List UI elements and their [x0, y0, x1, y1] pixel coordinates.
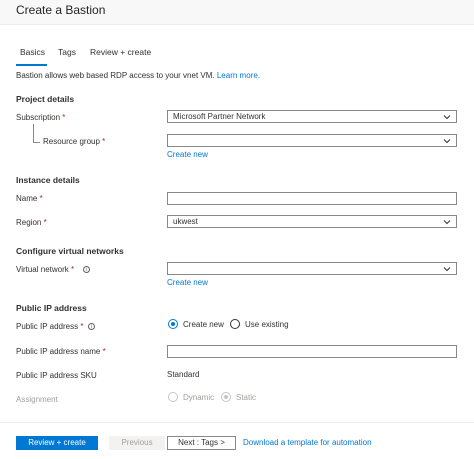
- tab-basics[interactable]: Basics: [20, 47, 45, 57]
- resource-group-label: Resource group *: [43, 137, 105, 146]
- public-ip-label: Public IP address *: [16, 322, 83, 331]
- name-label: Name *: [16, 194, 43, 203]
- virtual-network-dropdown[interactable]: [167, 262, 457, 275]
- create-new-resource-group-link[interactable]: Create new: [167, 150, 208, 159]
- region-label: Region *: [16, 218, 47, 227]
- radio-static[interactable]: [221, 392, 231, 402]
- public-ip-name-label-text: Public IP address name: [16, 347, 101, 356]
- radio-create-new-label[interactable]: Create new: [183, 320, 224, 329]
- name-label-text: Name: [16, 194, 38, 203]
- assignment-label: Assignment: [16, 395, 58, 404]
- required-marker: *: [102, 347, 106, 356]
- region-label-text: Region: [16, 218, 42, 227]
- required-marker: *: [62, 113, 66, 122]
- required-marker: *: [80, 322, 84, 331]
- radio-dynamic[interactable]: [168, 392, 178, 402]
- required-marker: *: [39, 194, 43, 203]
- public-ip-sku-label: Public IP address SKU: [16, 371, 97, 380]
- page-title: Create a Bastion: [16, 3, 106, 17]
- subscription-dropdown[interactable]: Microsoft Partner Network: [167, 110, 457, 123]
- virtual-network-label-text: Virtual network: [16, 265, 69, 274]
- required-marker: *: [43, 218, 47, 227]
- public-ip-sku-value: Standard: [167, 370, 200, 379]
- radio-dynamic-label[interactable]: Dynamic: [183, 393, 214, 402]
- chevron-down-icon: [443, 115, 451, 120]
- download-template-link[interactable]: Download a template for automation: [243, 438, 372, 447]
- section-public-ip-address: Public IP address: [16, 303, 87, 313]
- subscription-label: Subscription *: [16, 113, 65, 122]
- tab-review-create[interactable]: Review + create: [90, 47, 151, 57]
- tab-tags[interactable]: Tags: [58, 47, 76, 57]
- region-value: ukwest: [173, 217, 198, 226]
- section-instance-details: Instance details: [16, 175, 80, 185]
- learn-more-link[interactable]: Learn more.: [217, 71, 260, 80]
- info-icon[interactable]: i: [88, 323, 95, 330]
- resource-group-dropdown[interactable]: [167, 134, 457, 147]
- radio-use-existing-label[interactable]: Use existing: [245, 320, 289, 329]
- review-create-button[interactable]: Review + create: [16, 436, 98, 450]
- public-ip-label-text: Public IP address: [16, 322, 79, 331]
- tree-connector: [33, 124, 40, 143]
- subscription-label-text: Subscription: [16, 113, 61, 122]
- footer-divider: [0, 422, 474, 423]
- intro-text: Bastion allows web based RDP access to y…: [16, 71, 260, 80]
- subscription-value: Microsoft Partner Network: [173, 112, 266, 121]
- public-ip-name-input[interactable]: [167, 345, 457, 358]
- radio-use-existing[interactable]: [230, 319, 240, 329]
- required-marker: *: [71, 265, 75, 274]
- required-marker: *: [102, 137, 106, 146]
- previous-button[interactable]: Previous: [109, 436, 165, 450]
- resource-group-label-text: Resource group: [43, 137, 100, 146]
- chevron-down-icon: [443, 267, 451, 272]
- tab-basics-active-indicator: [16, 64, 47, 66]
- info-icon[interactable]: i: [83, 266, 90, 273]
- next-tags-button[interactable]: Next : Tags >: [167, 436, 236, 450]
- radio-static-label[interactable]: Static: [236, 393, 256, 402]
- chevron-down-icon: [443, 139, 451, 144]
- blade-header: Create a Bastion: [0, 0, 474, 25]
- create-new-virtual-network-link[interactable]: Create new: [167, 278, 208, 287]
- radio-create-new[interactable]: [168, 319, 178, 329]
- section-project-details: Project details: [16, 94, 75, 104]
- virtual-network-label: Virtual network *: [16, 265, 74, 274]
- section-configure-virtual-networks: Configure virtual networks: [16, 246, 124, 256]
- name-input[interactable]: [167, 192, 457, 205]
- intro-description: Bastion allows web based RDP access to y…: [16, 71, 215, 80]
- region-dropdown[interactable]: ukwest: [167, 215, 457, 228]
- public-ip-name-label: Public IP address name *: [16, 347, 106, 356]
- chevron-down-icon: [443, 220, 451, 225]
